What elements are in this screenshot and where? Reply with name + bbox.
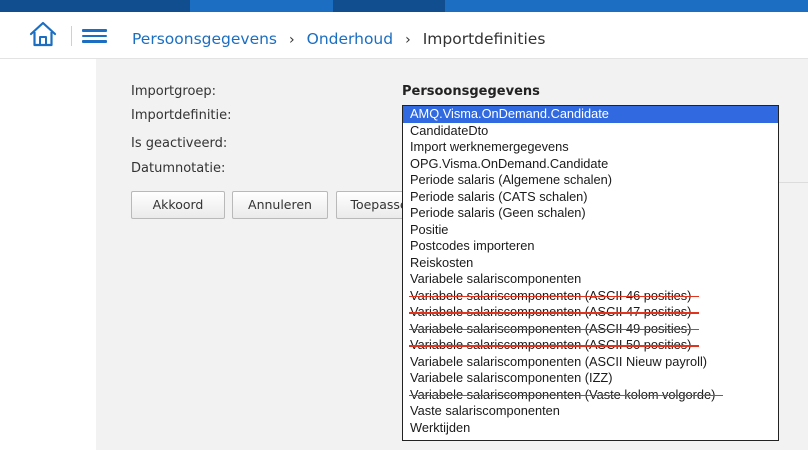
dropdown-option-label: Postcodes importeren — [410, 238, 535, 253]
breadcrumb: Persoonsgegevens › Onderhoud › Importdefinit… — [132, 29, 545, 49]
dropdown-option[interactable]: OPG.Visma.OnDemand.Candidate — [403, 156, 778, 173]
hamburger-menu-icon[interactable] — [82, 29, 107, 43]
dropdown-option[interactable]: Import werknemergegevens — [403, 139, 778, 156]
dropdown-option-label: Variabele salariscomponenten (ASCII Nieu… — [410, 353, 708, 369]
dropdown-option[interactable]: Periode salaris (Geen schalen) — [403, 205, 778, 222]
dropdown-option-label: Variabele salariscomponenten (ASCII 46 p… — [408, 287, 700, 303]
dropdown-option[interactable]: Variabele salariscomponenten (ASCII 49 p… — [403, 321, 778, 338]
dropdown-option[interactable]: Variabele salariscomponenten (ASCII Nieu… — [403, 354, 778, 371]
dropdown-option-label: Periode salaris (CATS schalen) — [410, 188, 588, 204]
dropdown-option-label: CandidateDto — [410, 122, 489, 138]
dropdown-option-label: Variabele salariscomponenten (Vaste kolo… — [408, 386, 724, 402]
akkoord-button[interactable]: Akkoord — [131, 191, 225, 219]
home-icon[interactable] — [29, 21, 57, 47]
dropdown-option[interactable]: Reiskosten — [403, 255, 778, 272]
dropdown-option-label: Variabele salariscomponenten (IZZ) — [410, 370, 613, 385]
dropdown-option-label: OPG.Visma.OnDemand.Candidate — [410, 155, 609, 171]
breadcrumb-onderhoud[interactable]: Onderhoud — [307, 30, 393, 48]
dropdown-option[interactable]: Vaste salariscomponenten — [403, 403, 778, 420]
dropdown-option-label: Periode salaris (Algemene schalen) — [410, 172, 613, 187]
datumnotatie-label: Datumnotatie: — [131, 161, 226, 176]
dropdown-option-label: Reiskosten — [410, 254, 474, 270]
dropdown-option-label: Variabele salariscomponenten — [410, 271, 582, 286]
dropdown-option-label: Variabele salariscomponenten (ASCII 50 p… — [408, 337, 700, 352]
dropdown-option[interactable]: Variabele salariscomponenten (ASCII 46 p… — [403, 288, 778, 305]
dropdown-option-label: AMQ.Visma.OnDemand.Candidate — [410, 106, 609, 121]
dropdown-option[interactable]: AMQ.Visma.OnDemand.Candidate — [403, 106, 778, 123]
dropdown-option-label: Positie — [410, 221, 449, 237]
dropdown-option-label: Import werknemergegevens — [410, 139, 569, 154]
importgroep-label: Importgroep: — [131, 84, 217, 99]
dropdown-option[interactable]: Variabele salariscomponenten (ASCII 50 p… — [403, 337, 778, 354]
header-bar: Persoonsgegevens › Onderhoud › Importdefinit… — [0, 12, 808, 59]
dropdown-option[interactable]: Periode salaris (CATS schalen) — [403, 189, 778, 206]
breadcrumb-current-page: Importdefinities — [422, 30, 546, 48]
dropdown-option[interactable]: Postcodes importeren — [403, 238, 778, 255]
dropdown-option[interactable]: Periode salaris (Algemene schalen) — [403, 172, 778, 189]
dropdown-option[interactable]: Variabele salariscomponenten — [403, 271, 778, 288]
dropdown-option-label: Variabele salariscomponenten (ASCII 49 p… — [408, 320, 700, 336]
top-strip-segment — [333, 0, 445, 12]
dropdown-option-label: Periode salaris (Geen schalen) — [410, 205, 586, 220]
importgroep-value: Persoonsgegevens — [402, 84, 540, 99]
dropdown-option[interactable]: CandidateDto — [403, 123, 778, 140]
dropdown-option[interactable]: Variabele salariscomponenten (Vaste kolo… — [403, 387, 778, 404]
dropdown-option-label: Vaste salariscomponenten — [410, 403, 560, 418]
top-accent-strip — [0, 0, 808, 12]
dropdown-option[interactable]: Werktijden — [403, 420, 778, 437]
importdefinitie-dropdown-list[interactable]: AMQ.Visma.OnDemand.Candidate CandidateDto… — [402, 105, 779, 441]
dropdown-option[interactable]: Variabele salariscomponenten (ASCII 47 p… — [403, 304, 778, 321]
dropdown-option-label: Werktijden — [410, 419, 471, 435]
dropdown-option-label: Variabele salariscomponenten (ASCII 47 p… — [408, 304, 700, 319]
breadcrumb-separator-icon: › — [405, 32, 411, 48]
top-strip-segment — [0, 0, 190, 12]
dropdown-option[interactable]: Positie — [403, 222, 778, 239]
annuleren-button[interactable]: Annuleren — [232, 191, 328, 219]
is-geactiveerd-label: Is geactiveerd: — [131, 136, 228, 151]
importdefinitie-label: Importdefinitie: — [131, 108, 232, 123]
breadcrumb-separator-icon: › — [289, 32, 295, 48]
dropdown-option[interactable]: Variabele salariscomponenten (IZZ) — [403, 370, 778, 387]
breadcrumb-persoonsgegevens[interactable]: Persoonsgegevens — [132, 30, 277, 48]
header-divider — [71, 26, 72, 46]
